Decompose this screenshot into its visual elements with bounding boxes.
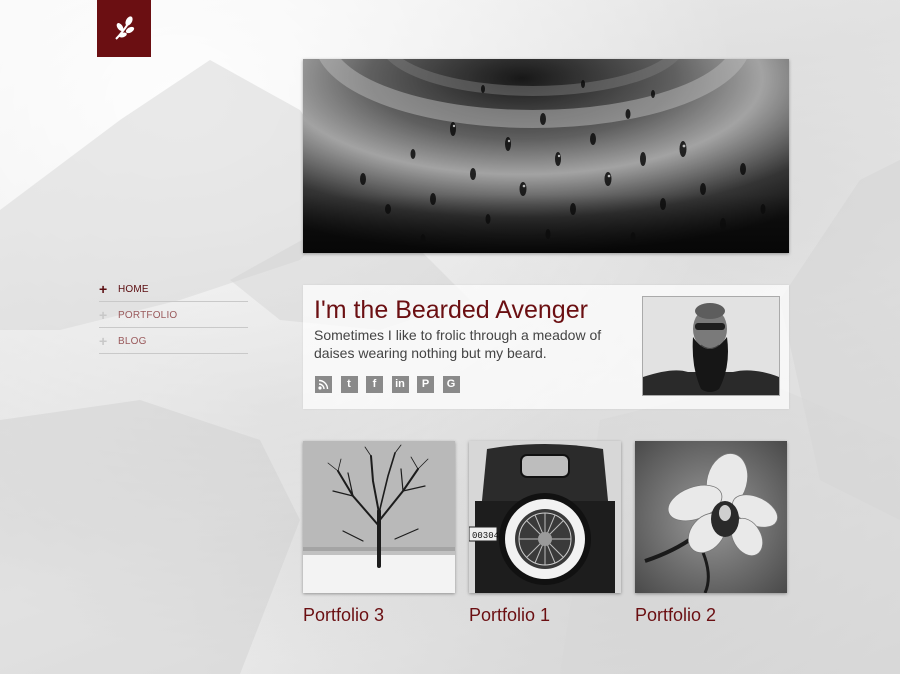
nav-item-portfolio[interactable]: + PORTFOLIO xyxy=(99,303,248,328)
nav-item-home[interactable]: + HOME xyxy=(99,277,248,302)
linkedin-icon[interactable]: in xyxy=(391,376,409,393)
author-avatar xyxy=(642,296,780,396)
nav-item-blog[interactable]: + BLOG xyxy=(99,329,248,354)
facebook-icon[interactable]: f xyxy=(366,376,383,393)
portfolio-card-3: Portfolio 2 xyxy=(635,441,787,626)
portfolio-thumbnail-car[interactable]: 00304 xyxy=(469,441,621,593)
about-text: Sometimes I like to frolic through a mea… xyxy=(314,327,602,361)
portfolio-card-2: 00304 Portfolio 1 xyxy=(469,441,621,626)
plus-icon: + xyxy=(99,281,108,297)
portfolio-thumbnail-tree[interactable] xyxy=(303,441,455,593)
about-section: I'm the Bearded Avenger Sometimes I like… xyxy=(303,285,789,409)
nav-item-label: BLOG xyxy=(118,335,147,347)
main-nav: + HOME + PORTFOLIO + BLOG xyxy=(99,277,248,355)
svg-text:00304: 00304 xyxy=(472,531,499,541)
portfolio-title[interactable]: Portfolio 3 xyxy=(303,605,455,626)
hero-image xyxy=(303,59,789,253)
rss-icon[interactable] xyxy=(315,376,332,393)
portfolio-card-1: Portfolio 3 xyxy=(303,441,455,626)
google-icon[interactable]: G xyxy=(442,376,460,393)
twitter-icon[interactable]: t xyxy=(340,376,358,393)
plus-icon: + xyxy=(99,307,108,323)
site-logo[interactable] xyxy=(97,0,151,57)
nav-item-label: HOME xyxy=(118,283,149,295)
pinterest-icon[interactable]: P xyxy=(417,376,434,393)
nav-item-label: PORTFOLIO xyxy=(118,309,178,321)
leaf-branch-icon xyxy=(115,15,135,40)
portfolio-title[interactable]: Portfolio 1 xyxy=(469,605,621,626)
social-links: t f in P G xyxy=(315,376,468,393)
plus-icon: + xyxy=(99,333,108,349)
about-title: I'm the Bearded Avenger xyxy=(314,296,588,324)
portfolio-title[interactable]: Portfolio 2 xyxy=(635,605,787,626)
portfolio-thumbnail-orchid[interactable] xyxy=(635,441,787,593)
